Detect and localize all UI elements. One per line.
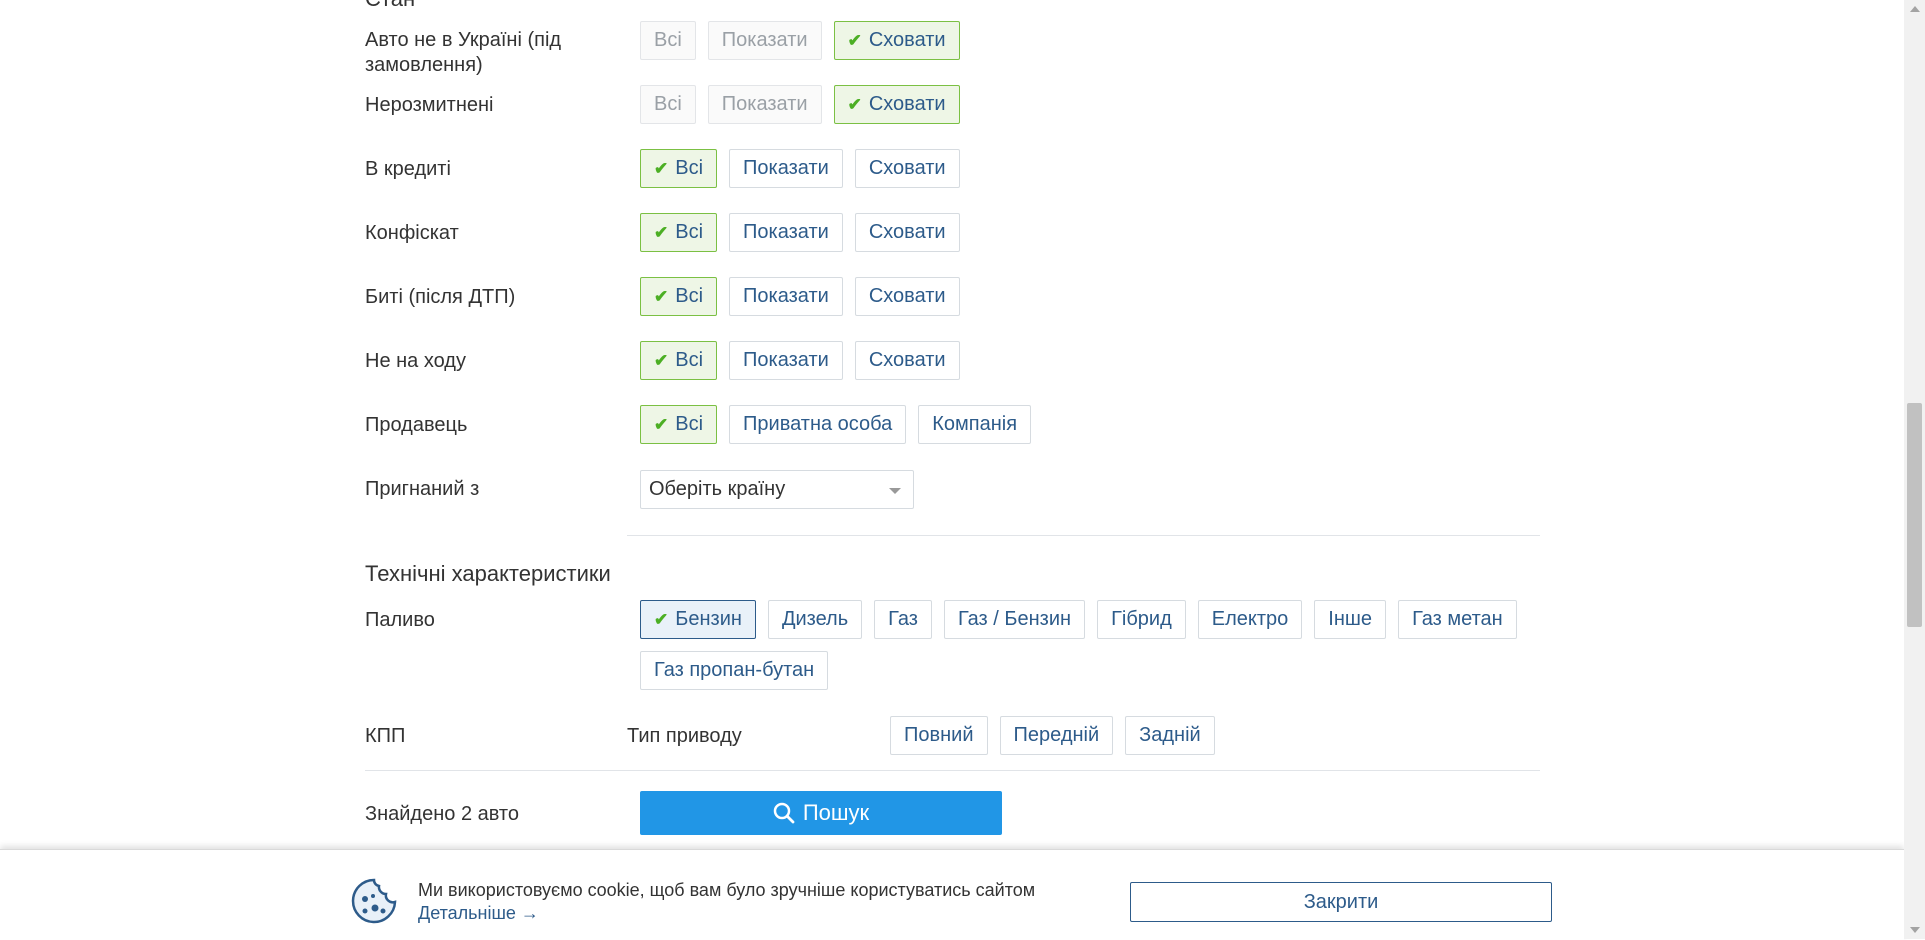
row-label-damaged: Биті (після ДТП) (365, 286, 516, 308)
checkmark-icon: ✔ (847, 30, 862, 50)
cookie-message: Ми використовуємо cookie, щоб вам було з… (418, 880, 1036, 900)
not-running-options: ✔ Всі Показати Сховати (640, 341, 960, 380)
cookie-details-link[interactable]: Детальніше → (418, 903, 539, 924)
seller-company-button[interactable]: Компанія (918, 405, 1032, 444)
abroad-hide-button[interactable]: ✔ Сховати (833, 21, 960, 60)
cookie-icon (351, 878, 397, 924)
section-title-state: Стан (365, 0, 415, 12)
page-scrollbar[interactable] (1904, 0, 1925, 939)
not-cleared-all-button[interactable]: Всі (640, 85, 696, 124)
found-count: Знайдено 2 авто (365, 803, 519, 825)
row-label-drive: Тип приводу (627, 725, 742, 747)
abroad-hide-label: Сховати (868, 29, 946, 51)
search-icon (773, 802, 795, 824)
row-label-confiscated: Конфіскат (365, 222, 459, 244)
country-select[interactable]: Оберіть країну (640, 470, 914, 509)
fuel-diesel-button[interactable]: Дизель (767, 600, 863, 639)
damaged-all-button[interactable]: ✔ Всі (640, 277, 718, 316)
row-label-seller: Продавець (365, 414, 468, 436)
checkmark-icon: ✔ (847, 94, 862, 114)
damaged-all-label: Всі (675, 285, 704, 307)
row-label-not-cleared: Нерозмитнені (365, 94, 494, 116)
cookie-close-button[interactable]: Закрити (1130, 882, 1552, 922)
search-filters-page: Стан Авто не в Україні (під замовлення) … (0, 0, 1904, 940)
chevron-down-icon (889, 488, 901, 494)
search-button[interactable]: Пошук (640, 791, 1002, 835)
drive-front-button[interactable]: Передній (999, 716, 1114, 755)
row-label-country: Пригнаний з (365, 478, 480, 500)
damaged-options: ✔ Всі Показати Сховати (640, 277, 960, 316)
drive-options: Повний Передній Задній (890, 716, 1215, 755)
credit-hide-button[interactable]: Сховати (854, 149, 960, 188)
damaged-hide-button[interactable]: Сховати (854, 277, 960, 316)
checkmark-icon: ✔ (654, 609, 669, 629)
checkmark-icon: ✔ (654, 158, 669, 178)
checkmark-icon: ✔ (654, 350, 669, 370)
checkmark-icon: ✔ (654, 286, 669, 306)
fuel-propane-button[interactable]: Газ пропан-бутан (640, 651, 829, 690)
not-cleared-hide-label: Сховати (868, 93, 946, 115)
country-select-value: Оберіть країну (649, 478, 786, 500)
damaged-show-button[interactable]: Показати (729, 277, 843, 316)
credit-options: ✔ Всі Показати Сховати (640, 149, 960, 188)
row-label-not-running: Не на ходу (365, 350, 466, 372)
fuel-options: ✔ Бензин Дизель Газ Газ / Бензин Гібрид Е… (640, 600, 1540, 690)
confiscated-options: ✔ Всі Показати Сховати (640, 213, 960, 252)
fuel-gas-button[interactable]: Газ (874, 600, 932, 639)
confiscated-hide-button[interactable]: Сховати (854, 213, 960, 252)
abroad-options: Всі Показати ✔ Сховати (640, 21, 960, 60)
checkmark-icon: ✔ (654, 414, 669, 434)
cookie-banner: Ми використовуємо cookie, щоб вам було з… (0, 849, 1904, 940)
abroad-show-button[interactable]: Показати (707, 21, 822, 60)
fuel-electric-button[interactable]: Електро (1197, 600, 1303, 639)
not-cleared-options: Всі Показати ✔ Сховати (640, 85, 960, 124)
confiscated-all-label: Всі (675, 221, 704, 243)
not-running-show-button[interactable]: Показати (729, 341, 843, 380)
not-running-hide-button[interactable]: Сховати (854, 341, 960, 380)
fuel-petrol-button[interactable]: ✔ Бензин (640, 600, 756, 639)
scroll-up-icon[interactable] (1910, 6, 1920, 12)
seller-all-button[interactable]: ✔ Всі (640, 405, 718, 444)
row-label-credit: В кредиті (365, 158, 451, 180)
fuel-petrol-label: Бензин (675, 608, 742, 630)
fuel-gas-petrol-button[interactable]: Газ / Бензин (943, 600, 1086, 639)
row-label-abroad: Авто не в Україні (під замовлення) (365, 29, 562, 76)
credit-all-label: Всі (675, 157, 704, 179)
not-cleared-show-button[interactable]: Показати (707, 85, 822, 124)
scrollbar-thumb[interactable] (1907, 403, 1922, 627)
fuel-hybrid-button[interactable]: Гібрид (1097, 600, 1186, 639)
credit-all-button[interactable]: ✔ Всі (640, 149, 718, 188)
credit-show-button[interactable]: Показати (729, 149, 843, 188)
search-button-label: Пошук (802, 800, 870, 825)
not-running-all-label: Всі (675, 349, 704, 371)
scroll-down-icon[interactable] (1910, 927, 1920, 933)
row-label-fuel: Паливо (365, 609, 435, 631)
section-title-tech: Технічні характеристики (365, 561, 611, 586)
drive-full-button[interactable]: Повний (890, 716, 988, 755)
confiscated-show-button[interactable]: Показати (729, 213, 843, 252)
not-cleared-hide-button[interactable]: ✔ Сховати (833, 85, 960, 124)
fuel-other-button[interactable]: Інше (1314, 600, 1387, 639)
abroad-all-button[interactable]: Всі (640, 21, 696, 60)
seller-all-label: Всі (675, 413, 704, 435)
drive-rear-button[interactable]: Задній (1125, 716, 1215, 755)
seller-private-button[interactable]: Приватна особа (729, 405, 907, 444)
confiscated-all-button[interactable]: ✔ Всі (640, 213, 718, 252)
fuel-methane-button[interactable]: Газ метан (1398, 600, 1517, 639)
results-divider (365, 770, 1540, 771)
row-label-gearbox: КПП (365, 725, 406, 747)
section-divider (627, 535, 1540, 536)
seller-options: ✔ Всі Приватна особа Компанія (640, 405, 1032, 444)
checkmark-icon: ✔ (654, 222, 669, 242)
not-running-all-button[interactable]: ✔ Всі (640, 341, 718, 380)
